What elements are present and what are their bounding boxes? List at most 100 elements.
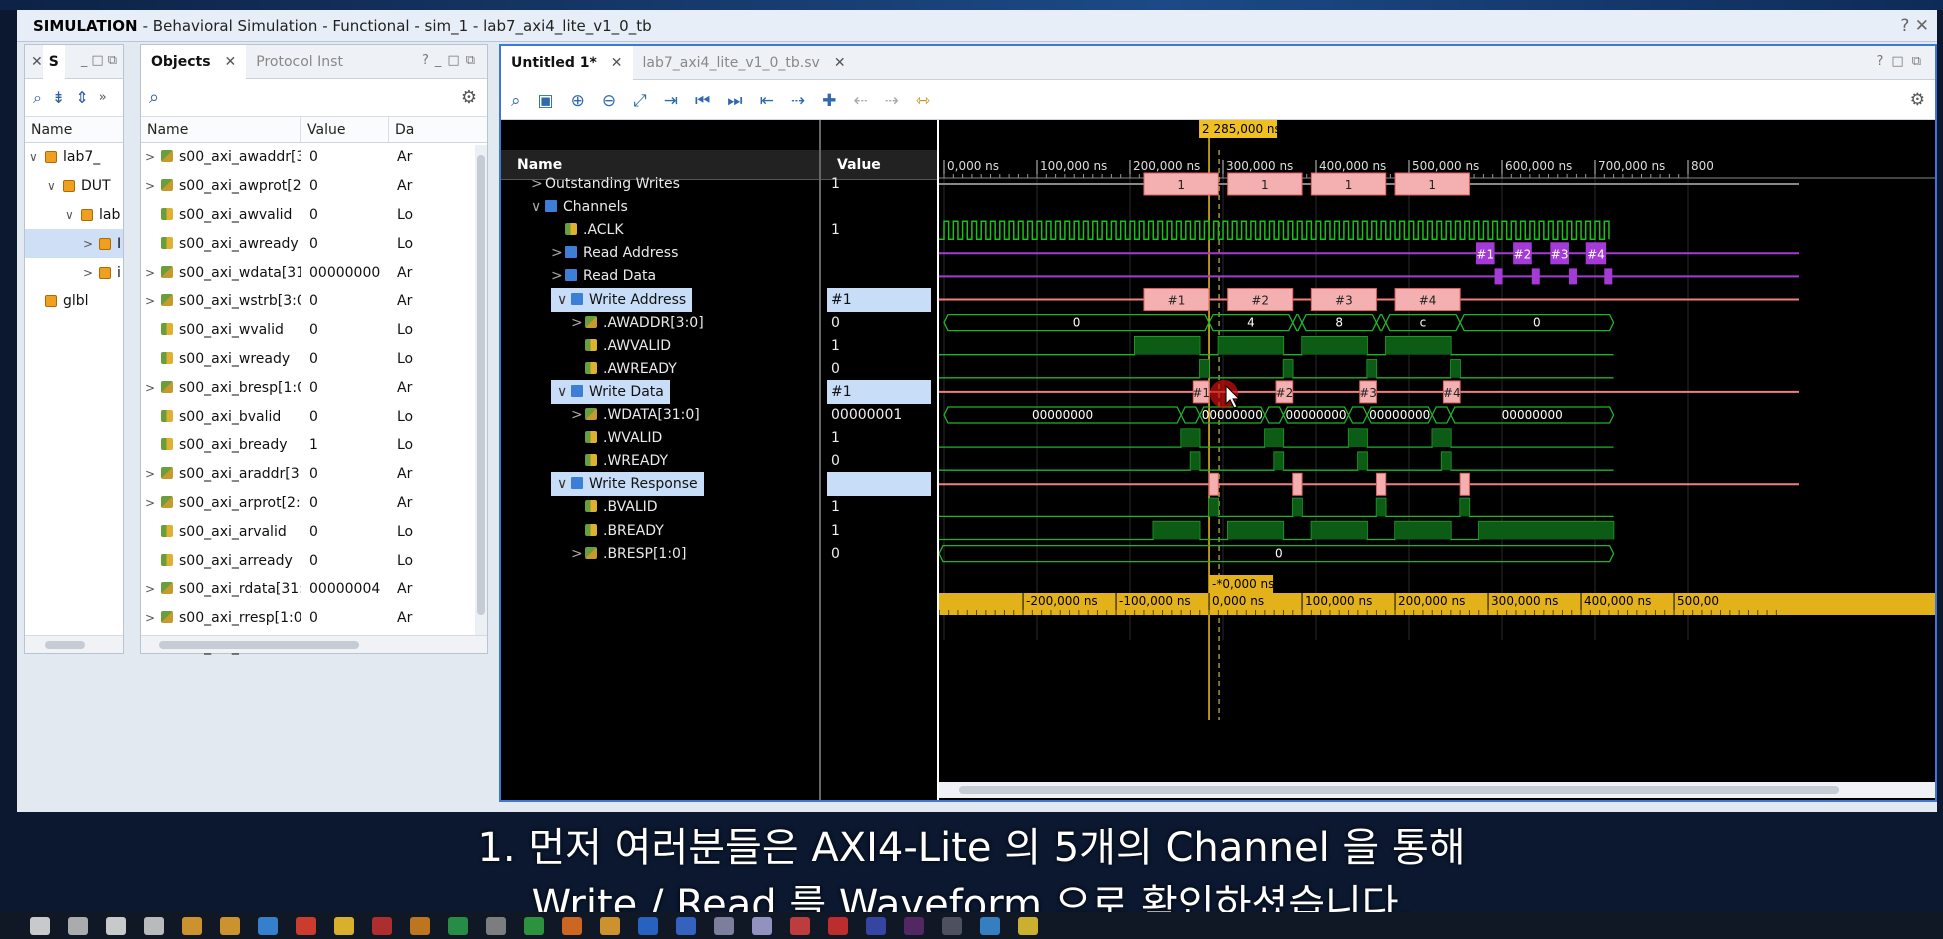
taskbar-app-icon[interactable] bbox=[182, 916, 202, 935]
object-row[interactable]: > s00_axi_awaddr[3:0] 0 Ar bbox=[141, 143, 487, 172]
help-icon[interactable]: ? bbox=[1900, 16, 1909, 36]
signal-row[interactable]: .BVALID bbox=[571, 495, 658, 519]
taskbar-app-icon[interactable] bbox=[220, 916, 240, 935]
taskbar-app-icon[interactable] bbox=[790, 916, 810, 935]
taskbar-app-icon[interactable] bbox=[410, 916, 430, 935]
expand-icon[interactable]: ∨ bbox=[531, 195, 545, 219]
close-tab-icon[interactable]: ✕ bbox=[225, 54, 237, 70]
objects-name-header[interactable]: Name bbox=[141, 117, 301, 142]
signal-row[interactable]: .AWREADY bbox=[571, 357, 677, 381]
taskbar-app-icon[interactable] bbox=[866, 916, 886, 935]
taskbar-app-icon[interactable] bbox=[562, 916, 582, 935]
go-to-start-icon[interactable]: ⏮ bbox=[695, 91, 710, 111]
expand-icon[interactable]: > bbox=[145, 611, 161, 625]
taskbar-app-icon[interactable] bbox=[638, 916, 658, 935]
expand-icon[interactable]: > bbox=[145, 294, 161, 308]
expand-icon[interactable]: > bbox=[145, 467, 161, 481]
expand-icon[interactable]: > bbox=[571, 403, 585, 427]
taskbar-app-icon[interactable] bbox=[448, 916, 468, 935]
signal-row[interactable]: .WREADY bbox=[571, 449, 668, 473]
taskbar-app-icon[interactable] bbox=[676, 916, 696, 935]
go-to-end-icon[interactable]: ⏭ bbox=[727, 91, 742, 111]
objects-value-header[interactable]: Value bbox=[301, 117, 389, 142]
object-row[interactable]: s00_axi_awready 0 Lo bbox=[141, 229, 487, 258]
expand-icon[interactable]: > bbox=[551, 241, 565, 265]
taskbar-app-icon[interactable] bbox=[486, 916, 506, 935]
signal-row[interactable]: ∨ Write Address bbox=[551, 287, 693, 312]
expand-icon[interactable]: > bbox=[145, 266, 161, 280]
expand-icon[interactable]: > bbox=[571, 542, 585, 566]
expand-icon[interactable]: ∨ bbox=[29, 150, 45, 164]
taskbar-app-icon[interactable] bbox=[258, 916, 278, 935]
swap-cursors-icon[interactable]: ⇿ bbox=[916, 91, 930, 111]
signal-row[interactable]: ∨ Channels bbox=[531, 195, 628, 219]
previous-transition-icon[interactable]: ⇤ bbox=[760, 91, 774, 111]
scope-item[interactable]: > I bbox=[25, 229, 123, 259]
taskbar-app-icon[interactable] bbox=[144, 916, 164, 935]
objects-type-header[interactable]: Da bbox=[389, 117, 475, 142]
signal-row[interactable]: > .WDATA[31:0] bbox=[571, 403, 700, 427]
expand-icon[interactable]: > bbox=[551, 264, 565, 288]
tab-objects[interactable]: Objects ✕ bbox=[141, 44, 247, 79]
object-row[interactable]: > s00_axi_rresp[1:0] 0 Ar bbox=[141, 604, 487, 633]
object-row[interactable]: > s00_axi_bresp[1:0] 0 Ar bbox=[141, 373, 487, 402]
more-icon[interactable]: » bbox=[99, 90, 107, 105]
tab-untitled-1[interactable]: Untitled 1* ✕ bbox=[501, 45, 633, 80]
panel-window-controls[interactable]: _□⧉ bbox=[81, 53, 121, 68]
expand-icon[interactable]: > bbox=[145, 381, 161, 395]
expand-icon[interactable]: > bbox=[145, 582, 161, 596]
zoom-in-icon[interactable]: ⊕ bbox=[571, 91, 585, 111]
scope-item[interactable]: ∨ DUT bbox=[25, 172, 123, 201]
scope-item[interactable]: glbl bbox=[25, 287, 123, 316]
gear-icon[interactable]: ⚙ bbox=[461, 87, 477, 108]
taskbar-app-icon[interactable] bbox=[904, 916, 924, 935]
tab-protocol-instances[interactable]: Protocol Inst bbox=[246, 45, 353, 79]
zoom-fit-icon[interactable]: ⤢ bbox=[633, 91, 647, 111]
add-marker-icon[interactable]: ✚ bbox=[822, 91, 836, 111]
close-icon[interactable]: ✕ bbox=[1915, 16, 1929, 36]
object-row[interactable]: > s00_axi_rdata[31:0] 00000004 Ar bbox=[141, 575, 487, 604]
scope-item[interactable]: > i bbox=[25, 258, 123, 287]
taskbar-app-icon[interactable] bbox=[600, 916, 620, 935]
expand-icon[interactable]: > bbox=[571, 311, 585, 335]
object-row[interactable]: > s00_axi_wstrb[3:0] 0 Ar bbox=[141, 287, 487, 316]
taskbar-app-icon[interactable] bbox=[30, 916, 50, 935]
taskbar-app-icon[interactable] bbox=[372, 916, 392, 935]
taskbar-app-icon[interactable] bbox=[942, 916, 962, 935]
expand-icon[interactable]: > bbox=[531, 172, 545, 196]
object-row[interactable]: s00_axi_awvalid 0 Lo bbox=[141, 201, 487, 230]
signal-row[interactable]: > .AWADDR[3:0] bbox=[571, 311, 704, 335]
close-tab-icon[interactable]: ✕ bbox=[834, 55, 846, 71]
taskbar-app-icon[interactable] bbox=[752, 916, 772, 935]
go-to-cursor-icon[interactable]: ⇥ bbox=[664, 91, 678, 111]
expand-icon[interactable]: ∨ bbox=[65, 208, 81, 222]
signal-row[interactable]: > Read Data bbox=[551, 264, 656, 288]
taskbar-app-icon[interactable] bbox=[106, 916, 126, 935]
taskbar-app-icon[interactable] bbox=[524, 916, 544, 935]
objects-vscroll[interactable] bbox=[475, 145, 487, 635]
next-transition-icon[interactable]: ⇢ bbox=[791, 91, 805, 111]
expand-icon[interactable]: > bbox=[145, 496, 161, 510]
object-row[interactable]: s00_axi_wvalid 0 Lo bbox=[141, 316, 487, 345]
scope-item[interactable]: ∨ lab bbox=[25, 201, 123, 230]
tab-testbench-source[interactable]: lab7_axi4_lite_v1_0_tb.sv ✕ bbox=[633, 46, 856, 80]
taskbar-app-icon[interactable] bbox=[828, 916, 848, 935]
signal-row[interactable]: .ACLK bbox=[551, 218, 624, 242]
object-row[interactable]: s00_axi_arvalid 0 Lo bbox=[141, 517, 487, 546]
signal-row[interactable]: ∨ Write Data bbox=[551, 379, 670, 404]
panel-window-controls[interactable]: ?_□⧉ bbox=[422, 53, 481, 68]
object-row[interactable]: s00_axi_bvalid 0 Lo bbox=[141, 402, 487, 431]
expand-all-icon[interactable]: ⇕ bbox=[75, 88, 88, 107]
search-icon[interactable]: ⌕ bbox=[511, 91, 521, 111]
signal-row[interactable]: .AWVALID bbox=[571, 334, 671, 358]
search-icon[interactable]: ⌕ bbox=[33, 88, 42, 108]
object-row[interactable]: s00_axi_bready 1 Lo bbox=[141, 431, 487, 460]
object-row[interactable]: > s00_axi_araddr[3:0] 0 Ar bbox=[141, 460, 487, 489]
previous-marker-icon[interactable]: ⇠ bbox=[853, 91, 867, 111]
tab-scope[interactable]: S bbox=[42, 44, 65, 79]
expand-icon[interactable]: ∨ bbox=[557, 472, 571, 496]
object-row[interactable]: s00_axi_wready 0 Lo bbox=[141, 345, 487, 374]
close-tab-icon[interactable]: ✕ bbox=[25, 54, 43, 70]
expand-icon[interactable]: > bbox=[145, 150, 161, 164]
signal-row[interactable]: > Read Address bbox=[551, 241, 678, 265]
